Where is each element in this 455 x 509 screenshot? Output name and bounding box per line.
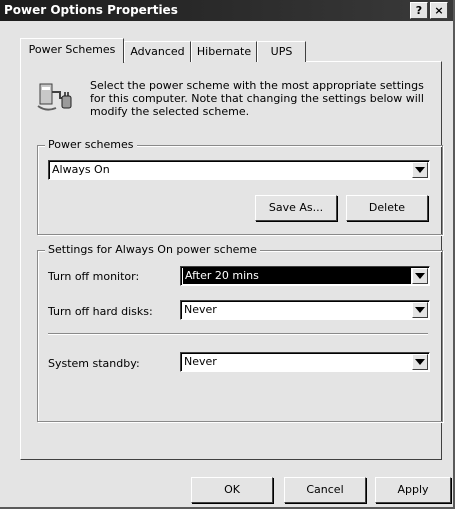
help-button[interactable]: ? (410, 2, 428, 19)
settings-group-label: Settings for Always On power scheme (45, 243, 260, 256)
monitor-select[interactable]: After 20 mins (180, 266, 430, 286)
power-scheme-select[interactable]: Always On (48, 160, 430, 180)
ok-button[interactable]: OK (191, 477, 273, 503)
save-as-button[interactable]: Save As... (255, 195, 337, 221)
tab-power-schemes[interactable]: Power Schemes (20, 38, 124, 63)
tab-ups[interactable]: UPS (257, 41, 306, 62)
hard-disks-label: Turn off hard disks: (48, 305, 153, 318)
apply-button[interactable]: Apply (375, 477, 451, 503)
monitor-value: After 20 mins (183, 268, 411, 284)
divider (48, 333, 428, 335)
cancel-button[interactable]: Cancel (284, 477, 366, 503)
chevron-down-icon[interactable] (412, 302, 428, 318)
hard-disks-value: Never (184, 303, 217, 316)
title-bar[interactable]: Power Options Properties ? × (0, 0, 453, 21)
standby-value: Never (184, 355, 217, 368)
standby-label: System standby: (48, 357, 140, 370)
power-scheme-icon (37, 83, 72, 111)
hard-disks-select[interactable]: Never (180, 300, 430, 320)
monitor-label: Turn off monitor: (48, 270, 140, 283)
power-schemes-group (37, 145, 443, 235)
chevron-down-icon[interactable] (412, 354, 428, 370)
chevron-down-icon[interactable] (412, 162, 428, 178)
delete-button[interactable]: Delete (346, 195, 428, 221)
tab-advanced[interactable]: Advanced (124, 41, 191, 62)
standby-select[interactable]: Never (180, 352, 430, 372)
tab-hibernate[interactable]: Hibernate (191, 41, 257, 62)
power-schemes-label: Power schemes (45, 138, 137, 151)
chevron-down-icon[interactable] (412, 268, 428, 284)
intro-text: Select the power scheme with the most ap… (90, 79, 424, 118)
power-options-dialog: Power Options Properties ? × Power Schem… (0, 0, 455, 509)
power-scheme-value: Always On (52, 163, 110, 176)
window-title: Power Options Properties (4, 3, 178, 17)
close-button[interactable]: × (430, 2, 448, 19)
